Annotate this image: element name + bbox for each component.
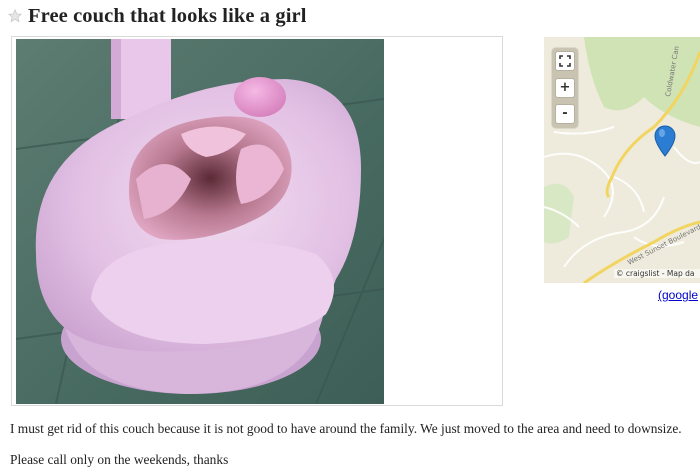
posting-body-paragraph: I must get rid of this couch because it …	[10, 421, 682, 436]
google-map-link[interactable]: (google	[658, 288, 698, 302]
posting-body-paragraph: Please call only on the weekends, thanks	[10, 452, 229, 467]
map[interactable]: Coldwater Can West Sunset Boulevard + - …	[544, 37, 700, 283]
fullscreen-button[interactable]	[555, 51, 575, 71]
zoom-in-button[interactable]: +	[555, 78, 575, 98]
posting-image-frame[interactable]	[11, 36, 503, 406]
posting-header: Free couch that looks like a girl	[8, 3, 307, 29]
fullscreen-icon	[559, 55, 571, 67]
map-pin-icon[interactable]	[654, 125, 676, 157]
star-icon[interactable]	[8, 9, 22, 23]
zoom-out-button[interactable]: -	[555, 104, 575, 124]
map-attribution[interactable]: © craigslist - Map da	[614, 269, 700, 278]
couch-photo	[16, 39, 384, 404]
map-controls: + -	[552, 48, 578, 128]
page-title: Free couch that looks like a girl	[28, 4, 307, 27]
